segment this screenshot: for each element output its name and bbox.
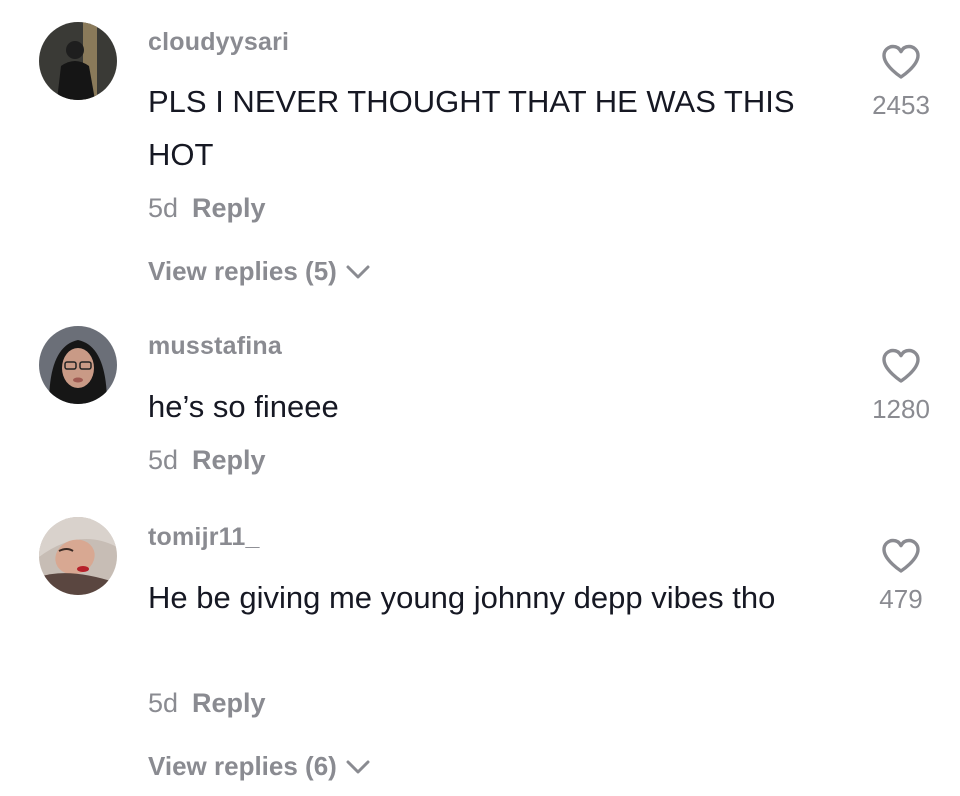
heart-outline-icon [882,44,920,79]
chevron-down-icon [346,760,370,773]
reply-button[interactable]: Reply [192,445,266,475]
view-replies-label: View replies (6) [148,751,337,781]
like-count: 2453 [872,90,930,120]
comment-text: he’s so fineee [148,389,339,424]
comment-meta: 5d Reply [148,193,266,224]
heart-outline-icon [882,538,920,573]
like-button[interactable]: 1280 [846,348,956,425]
like-count: 479 [879,584,923,614]
comment-username[interactable]: tomijr11_ [148,523,260,552]
view-replies-button[interactable]: View replies (6) [148,751,371,782]
like-button[interactable]: 479 [846,538,956,615]
like-count: 1280 [872,394,930,424]
reply-button[interactable]: Reply [192,688,266,718]
comment-text: He be giving me young johnny depp vibes … [148,580,776,615]
avatar[interactable] [39,326,117,404]
avatar[interactable] [39,517,117,595]
chevron-down-icon [346,265,370,278]
avatar[interactable] [39,22,117,100]
comment-meta: 5d Reply [148,445,266,476]
reply-button[interactable]: Reply [192,193,266,223]
view-replies-button[interactable]: View replies (5) [148,256,371,287]
comment-text: PLS I NEVER THOUGHT THAT HE WAS THIS HOT [148,84,795,172]
comment-time: 5d [148,445,179,475]
comment-username[interactable]: cloudyysari [148,28,289,57]
view-replies-label: View replies (5) [148,256,337,286]
comment-time: 5d [148,193,179,223]
comment-meta: 5d Reply [148,688,266,719]
comment-time: 5d [148,688,179,718]
heart-outline-icon [882,348,920,383]
comment-username[interactable]: musstafina [148,332,282,361]
like-button[interactable]: 2453 [846,44,956,121]
